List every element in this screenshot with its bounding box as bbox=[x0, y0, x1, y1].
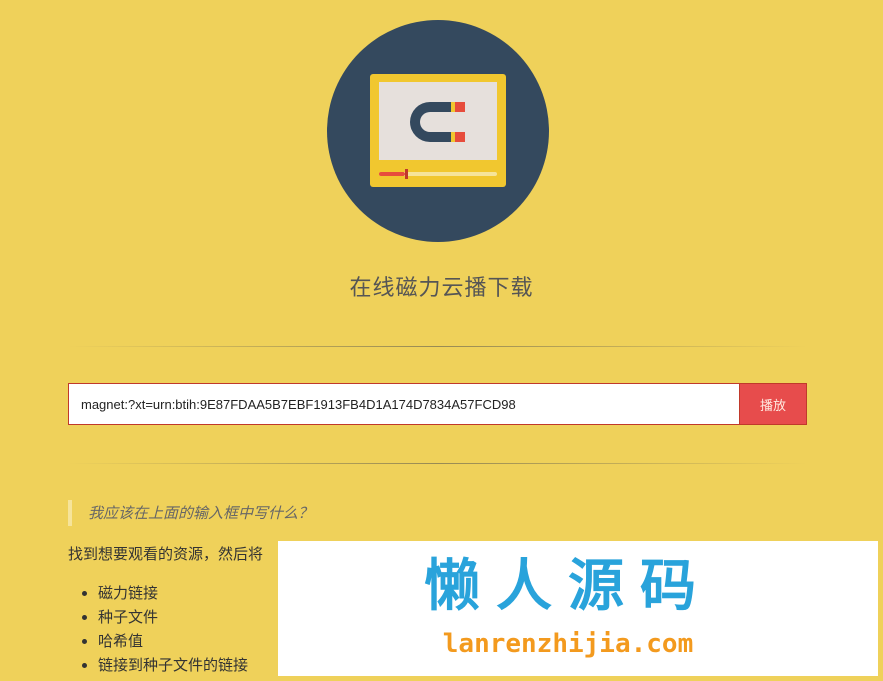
page-title: 在线磁力云播下载 bbox=[349, 276, 534, 301]
divider bbox=[68, 463, 807, 464]
watermark-title: 懒人源码 bbox=[424, 554, 712, 619]
magnet-link-input[interactable] bbox=[68, 383, 740, 425]
faq-question: 我应该在上面的输入框中写什么？ bbox=[68, 500, 468, 526]
list-item: 种子文件 bbox=[98, 605, 248, 629]
monitor-screen bbox=[379, 82, 497, 160]
progress-knob bbox=[404, 169, 408, 179]
play-button[interactable]: 播放 bbox=[739, 383, 807, 425]
list-item: 磁力链接 bbox=[98, 581, 248, 605]
video-progress-bar bbox=[379, 169, 497, 179]
magnet-icon bbox=[410, 102, 465, 142]
monitor-icon bbox=[370, 74, 506, 187]
divider bbox=[68, 346, 807, 347]
magnet-search-form: 播放 bbox=[68, 383, 807, 425]
list-item: 链接到种子文件的链接 bbox=[98, 653, 248, 677]
watermark-url: lanrenzhijia.com bbox=[442, 629, 694, 659]
watermark-overlay: 懒人源码 lanrenzhijia.com bbox=[278, 541, 878, 676]
logo bbox=[327, 20, 549, 242]
accepted-input-list: 磁力链接 种子文件 哈希值 链接到种子文件的链接 bbox=[68, 581, 248, 677]
faq-description: 找到想要观看的资源，然后将 bbox=[68, 545, 264, 563]
progress-fill bbox=[379, 172, 405, 176]
list-item: 哈希值 bbox=[98, 629, 248, 653]
